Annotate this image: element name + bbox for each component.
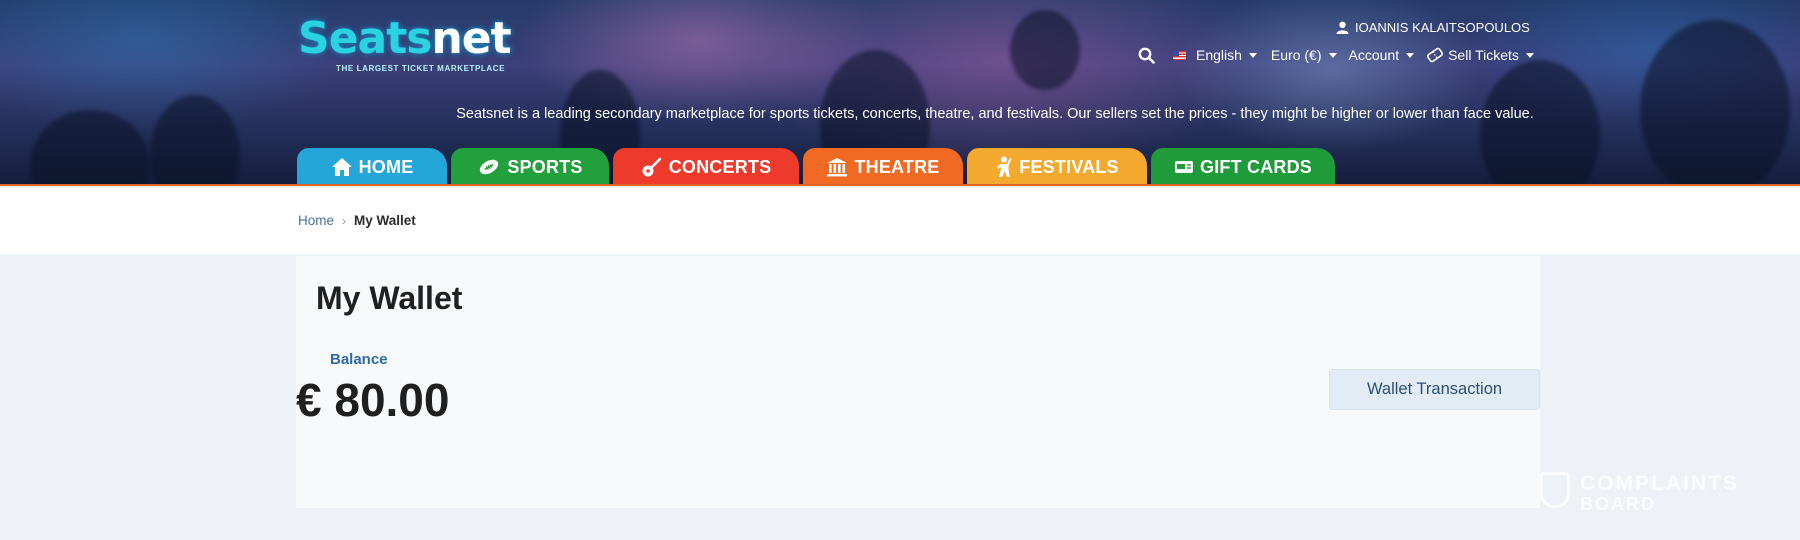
site-header: Seatsnet THE LARGEST TICKET MARKETPLACE …: [0, 0, 1800, 186]
currency-dropdown[interactable]: Euro (€): [1271, 47, 1337, 63]
tab-festivals[interactable]: FESTIVALS: [967, 148, 1147, 186]
gift-card-icon: [1175, 161, 1193, 173]
user-name: IOANNIS KALAITSOPOULOS: [1355, 20, 1530, 35]
watermark-line1: COMPLAINTS: [1580, 472, 1739, 495]
breadcrumb-bar: Home › My Wallet: [0, 188, 1800, 254]
complaints-board-watermark: COMPLAINTS BOARD: [1540, 470, 1740, 520]
chevron-down-icon: [1328, 52, 1337, 58]
banner-text: Seatsnet is a leading secondary marketpl…: [456, 106, 1534, 122]
crowd-shape: [1480, 60, 1600, 186]
user-menu[interactable]: IOANNIS KALAITSOPOULOS: [1336, 20, 1530, 35]
crowd-shape: [1640, 20, 1790, 186]
theatre-icon: [827, 158, 848, 177]
festival-icon: [997, 156, 1012, 177]
header-underline: [0, 184, 1800, 186]
tab-gift-cards[interactable]: GIFT CARDS: [1151, 148, 1335, 186]
sell-tickets-dropdown[interactable]: Sell Tickets: [1426, 46, 1534, 64]
tab-concerts[interactable]: CONCERTS: [613, 148, 799, 186]
page-title: My Wallet: [316, 280, 463, 316]
balance-label: Balance: [330, 351, 388, 368]
sell-tickets-label: Sell Tickets: [1448, 47, 1519, 63]
account-dropdown[interactable]: Account: [1349, 47, 1415, 63]
tab-label: CONCERTS: [668, 156, 772, 177]
logo-part-net: net: [431, 13, 511, 64]
tab-label: HOME: [358, 156, 414, 177]
guitar-icon: [642, 157, 661, 177]
crowd-shape: [1010, 10, 1080, 90]
breadcrumb-current: My Wallet: [354, 213, 416, 228]
tab-label: GIFT CARDS: [1200, 156, 1312, 177]
currency-label: Euro (€): [1270, 47, 1322, 63]
account-label: Account: [1348, 47, 1400, 63]
category-tabs: HOME SPORTS CONCERTS THEATRE FESTIVALS G…: [297, 148, 1339, 186]
balance-value: € 80.00: [296, 374, 450, 426]
search-icon: [1138, 47, 1155, 64]
user-icon: [1336, 21, 1349, 34]
football-icon: [480, 159, 499, 175]
tab-label: SPORTS: [507, 156, 583, 177]
logo-tagline: THE LARGEST TICKET MARKETPLACE: [336, 64, 506, 73]
breadcrumb-home[interactable]: Home: [298, 213, 334, 228]
watermark-line2: BOARD: [1580, 494, 1656, 514]
chevron-down-icon: [1406, 52, 1415, 58]
search-button[interactable]: [1138, 47, 1155, 64]
tab-home[interactable]: HOME: [297, 148, 447, 186]
tab-sports[interactable]: SPORTS: [451, 148, 609, 186]
site-logo[interactable]: Seatsnet THE LARGEST TICKET MARKETPLACE: [298, 13, 512, 74]
chevron-down-icon: [1248, 52, 1257, 58]
language-label: English: [1196, 47, 1242, 63]
chevron-down-icon: [1525, 52, 1534, 58]
logo-wordmark: Seatsnet: [298, 13, 512, 64]
tab-theatre[interactable]: THEATRE: [803, 148, 963, 186]
breadcrumb-separator-icon: ›: [342, 213, 347, 228]
us-flag-icon: [1173, 50, 1186, 60]
tab-label: FESTIVALS: [1019, 156, 1119, 177]
shield-icon: [1540, 472, 1570, 508]
language-dropdown[interactable]: English: [1173, 47, 1257, 63]
tab-label: THEATRE: [854, 156, 940, 177]
top-nav: English Euro (€) Account Sell Tickets: [1138, 46, 1546, 64]
home-icon: [331, 158, 352, 176]
logo-part-seats: Seats: [298, 13, 432, 64]
ticket-icon: [1427, 47, 1444, 63]
wallet-transaction-button[interactable]: Wallet Transaction: [1329, 369, 1540, 410]
breadcrumb: Home › My Wallet: [298, 213, 416, 228]
banner-text-row: Seatsnet is a leading secondary marketpl…: [0, 106, 1800, 122]
